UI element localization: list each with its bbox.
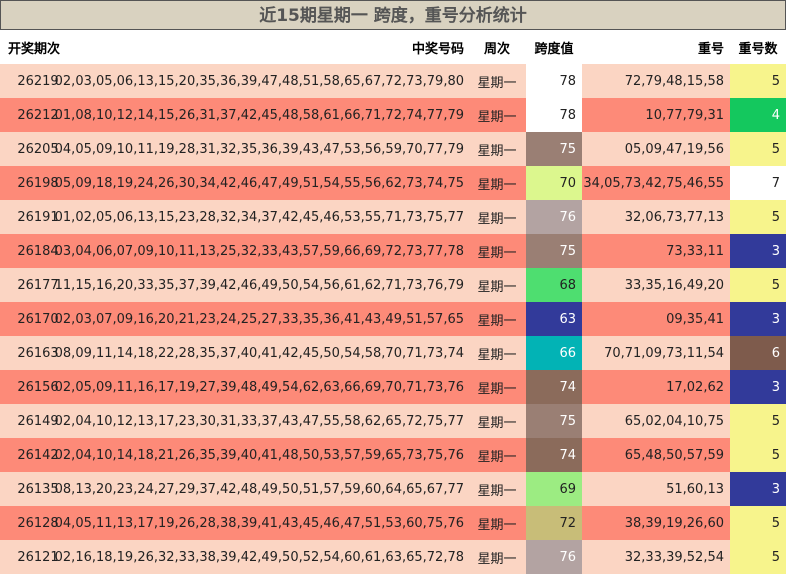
cell-count: 5 xyxy=(730,506,786,540)
cell-repeat: 09,35,41 xyxy=(666,311,724,327)
cell-span: 63 xyxy=(526,302,582,336)
cell-numbers: 02,05,09,11,16,17,19,27,39,48,49,54,62,6… xyxy=(54,379,464,395)
cell-count: 6 xyxy=(730,336,786,370)
cell-count: 3 xyxy=(730,370,786,404)
cell-weekday: 星期一 xyxy=(477,313,517,329)
cell-repeat: 05,09,47,19,56 xyxy=(624,141,724,157)
cell-weekday: 星期一 xyxy=(477,449,517,465)
cell-count: 5 xyxy=(730,438,786,472)
header-span: 跨度值 xyxy=(534,41,574,57)
cell-repeat: 51,60,13 xyxy=(666,481,724,497)
table-row: 26170 02,03,07,09,16,20,21,23,24,25,27,33… xyxy=(0,302,786,336)
cell-weekday: 星期一 xyxy=(477,143,517,159)
cell-weekday: 星期一 xyxy=(477,551,517,567)
table-row: 26149 02,04,10,12,13,17,23,30,31,33,37,43… xyxy=(0,404,786,438)
cell-repeat: 72,79,48,15,58 xyxy=(624,73,724,89)
cell-span: 75 xyxy=(526,234,582,268)
cell-span: 72 xyxy=(526,506,582,540)
cell-weekday: 星期一 xyxy=(477,245,517,261)
table-row: 26177 11,15,16,20,33,35,37,39,42,46,49,50… xyxy=(0,268,786,302)
cell-count: 3 xyxy=(730,234,786,268)
cell-numbers: 02,03,07,09,16,20,21,23,24,25,27,33,35,3… xyxy=(54,311,464,327)
cell-repeat: 70,71,09,73,11,54 xyxy=(604,345,724,361)
cell-weekday: 星期一 xyxy=(477,279,517,295)
cell-repeat: 10,77,79,31 xyxy=(645,107,724,123)
cell-repeat: 65,48,50,57,59 xyxy=(624,447,724,463)
cell-weekday: 星期一 xyxy=(477,109,517,125)
cell-count: 5 xyxy=(730,404,786,438)
cell-repeat: 32,06,73,77,13 xyxy=(624,209,724,225)
cell-weekday: 星期一 xyxy=(477,347,517,363)
cell-span: 69 xyxy=(526,472,582,506)
cell-numbers: 04,05,09,10,11,19,28,31,32,35,36,39,43,4… xyxy=(54,141,464,157)
table-row: 26128 04,05,11,13,17,19,26,28,38,39,41,43… xyxy=(0,506,786,540)
cell-numbers: 11,15,16,20,33,35,37,39,42,46,49,50,54,5… xyxy=(54,277,464,293)
cell-count: 4 xyxy=(730,98,786,132)
cell-count: 5 xyxy=(730,540,786,574)
cell-numbers: 02,16,18,19,26,32,33,38,39,42,49,50,52,5… xyxy=(54,549,464,565)
table-row: 26156 02,05,09,11,16,17,19,27,39,48,49,54… xyxy=(0,370,786,404)
table-row: 26184 03,04,06,07,09,10,11,13,25,32,33,43… xyxy=(0,234,786,268)
header-period: 开奖期次 xyxy=(8,41,61,57)
cell-count: 3 xyxy=(730,302,786,336)
cell-numbers: 01,02,05,06,13,15,23,28,32,34,37,42,45,4… xyxy=(54,209,464,225)
table-row: 26142 02,04,10,14,18,21,26,35,39,40,41,48… xyxy=(0,438,786,472)
cell-weekday: 星期一 xyxy=(477,211,517,227)
table-header: 开奖期次 中奖号码 周次 跨度值 重号 重号数 xyxy=(0,30,786,64)
header-weekday: 周次 xyxy=(483,41,510,57)
cell-repeat: 65,02,04,10,75 xyxy=(624,413,724,429)
header-count: 重号数 xyxy=(738,41,778,57)
table-body: 26219 02,03,05,06,13,15,20,35,36,39,47,48… xyxy=(0,64,786,574)
cell-numbers: 03,04,06,07,09,10,11,13,25,32,33,43,57,5… xyxy=(54,243,464,259)
header-numbers: 中奖号码 xyxy=(411,41,464,57)
cell-span: 76 xyxy=(526,540,582,574)
cell-span: 75 xyxy=(526,404,582,438)
page-title: 近15期星期一 跨度，重号分析统计 xyxy=(0,0,786,30)
table-row: 26205 04,05,09,10,11,19,28,31,32,35,36,39… xyxy=(0,132,786,166)
cell-numbers: 05,09,18,19,24,26,30,34,42,46,47,49,51,5… xyxy=(54,175,464,191)
cell-weekday: 星期一 xyxy=(477,483,517,499)
cell-count: 7 xyxy=(730,166,786,200)
cell-numbers: 02,04,10,14,18,21,26,35,39,40,41,48,50,5… xyxy=(54,447,464,463)
cell-repeat: 38,39,19,26,60 xyxy=(624,515,724,531)
cell-span: 74 xyxy=(526,438,582,472)
cell-count: 5 xyxy=(730,132,786,166)
cell-numbers: 01,08,10,12,14,15,26,31,37,42,45,48,58,6… xyxy=(54,107,464,123)
cell-weekday: 星期一 xyxy=(477,75,517,91)
cell-repeat: 32,33,39,52,54 xyxy=(624,549,724,565)
table-row: 26191 01,02,05,06,13,15,23,28,32,34,37,42… xyxy=(0,200,786,234)
cell-repeat: 73,33,11 xyxy=(666,243,724,259)
cell-span: 66 xyxy=(526,336,582,370)
cell-numbers: 04,05,11,13,17,19,26,28,38,39,41,43,45,4… xyxy=(54,515,464,531)
cell-repeat: 33,35,16,49,20 xyxy=(624,277,724,293)
table-row: 26121 02,16,18,19,26,32,33,38,39,42,49,50… xyxy=(0,540,786,574)
cell-repeat: 17,02,62 xyxy=(666,379,724,395)
table-row: 26163 08,09,11,14,18,22,28,35,37,40,41,42… xyxy=(0,336,786,370)
cell-span: 78 xyxy=(526,98,582,132)
cell-span: 78 xyxy=(526,64,582,98)
cell-span: 74 xyxy=(526,370,582,404)
cell-span: 70 xyxy=(526,166,582,200)
cell-numbers: 08,09,11,14,18,22,28,35,37,40,41,42,45,5… xyxy=(54,345,464,361)
cell-weekday: 星期一 xyxy=(477,381,517,397)
cell-numbers: 08,13,20,23,24,27,29,37,42,48,49,50,51,5… xyxy=(54,481,464,497)
cell-span: 75 xyxy=(526,132,582,166)
cell-span: 76 xyxy=(526,200,582,234)
cell-count: 3 xyxy=(730,472,786,506)
cell-span: 68 xyxy=(526,268,582,302)
table-row: 26135 08,13,20,23,24,27,29,37,42,48,49,50… xyxy=(0,472,786,506)
cell-weekday: 星期一 xyxy=(477,517,517,533)
cell-count: 5 xyxy=(730,268,786,302)
cell-count: 5 xyxy=(730,64,786,98)
cell-count: 5 xyxy=(730,200,786,234)
table-row: 26212 01,08,10,12,14,15,26,31,37,42,45,48… xyxy=(0,98,786,132)
header-repeat: 重号 xyxy=(697,41,724,57)
cell-repeat: 34,05,73,42,75,46,55 xyxy=(583,175,724,191)
table-row: 26219 02,03,05,06,13,15,20,35,36,39,47,48… xyxy=(0,64,786,98)
cell-weekday: 星期一 xyxy=(477,415,517,431)
cell-weekday: 星期一 xyxy=(477,177,517,193)
table-row: 26198 05,09,18,19,24,26,30,34,42,46,47,49… xyxy=(0,166,786,200)
cell-numbers: 02,04,10,12,13,17,23,30,31,33,37,43,47,5… xyxy=(54,413,464,429)
cell-numbers: 02,03,05,06,13,15,20,35,36,39,47,48,51,5… xyxy=(54,73,464,89)
